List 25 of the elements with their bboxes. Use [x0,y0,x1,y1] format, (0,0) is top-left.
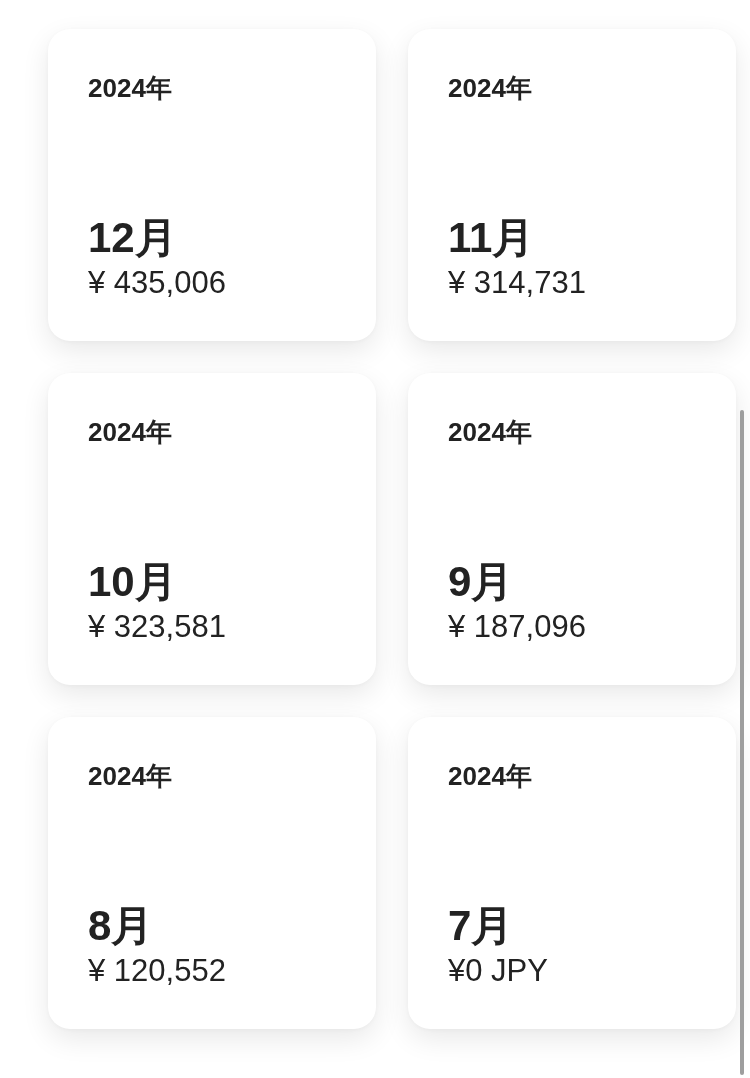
month-label: 10月 [88,557,177,607]
month-label: 11月 [448,213,535,263]
year-label: 2024年 [448,760,532,793]
month-card[interactable]: 2024年 7月 ¥0 JPY [408,717,736,1029]
month-label: 7月 [448,901,514,951]
year-label: 2024年 [88,760,172,793]
month-label: 12月 [88,213,177,263]
month-label: 9月 [448,557,514,607]
amount-text: ¥ 435,006 [88,264,226,302]
amount-text: ¥0 JPY [448,952,548,990]
year-label: 2024年 [448,72,532,105]
year-label: 2024年 [88,72,172,105]
month-card[interactable]: 2024年 12月 ¥ 435,006 [48,29,376,341]
year-label: 2024年 [88,416,172,449]
year-label: 2024年 [448,416,532,449]
scrollbar-thumb[interactable] [740,410,744,1075]
month-card[interactable]: 2024年 9月 ¥ 187,096 [408,373,736,685]
month-card[interactable]: 2024年 11月 ¥ 314,731 [408,29,736,341]
amount-text: ¥ 187,096 [448,608,586,646]
amount-text: ¥ 323,581 [88,608,226,646]
amount-text: ¥ 120,552 [88,952,226,990]
month-label: 8月 [88,901,154,951]
month-card[interactable]: 2024年 10月 ¥ 323,581 [48,373,376,685]
amount-text: ¥ 314,731 [448,264,586,302]
month-card[interactable]: 2024年 8月 ¥ 120,552 [48,717,376,1029]
